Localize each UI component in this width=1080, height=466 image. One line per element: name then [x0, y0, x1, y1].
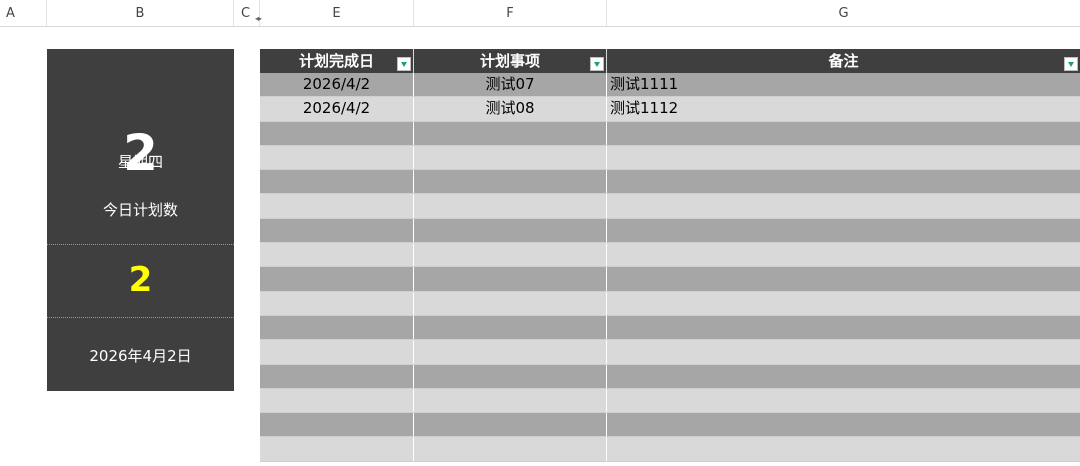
table-row: [260, 437, 1080, 462]
table-cell[interactable]: [260, 291, 414, 315]
table-cell[interactable]: [414, 364, 607, 388]
table-cell[interactable]: [414, 388, 607, 413]
weekday-label: 星期四: [117, 153, 163, 171]
table-cell[interactable]: 2026/4/2: [260, 73, 414, 97]
table-cell[interactable]: [260, 267, 414, 291]
table-row: [260, 267, 1080, 292]
table-cell[interactable]: [414, 145, 607, 170]
table-cell[interactable]: 测试08: [414, 97, 607, 121]
header-label: 计划完成日: [298, 52, 374, 70]
table-row: [260, 121, 1080, 146]
table-row: [260, 340, 1080, 365]
table-cell[interactable]: [260, 315, 414, 340]
filter-dropdown-icon[interactable]: [590, 57, 604, 71]
table-cell[interactable]: [414, 340, 607, 364]
header-cell-item[interactable]: 计划事项: [414, 49, 607, 73]
table-cell[interactable]: [414, 218, 607, 243]
table-cell[interactable]: [607, 170, 1080, 193]
table-cell[interactable]: [260, 437, 414, 461]
table-cell[interactable]: 测试07: [414, 73, 607, 97]
table-cell[interactable]: [260, 170, 414, 194]
header-label: 备注: [828, 52, 859, 70]
filter-dropdown-icon[interactable]: [397, 57, 411, 71]
table-cell[interactable]: [414, 315, 607, 340]
table-cell[interactable]: [414, 267, 607, 291]
table-cell[interactable]: 测试1111: [607, 73, 1080, 96]
filter-dropdown-icon[interactable]: [1064, 57, 1078, 71]
table-cell[interactable]: [260, 413, 414, 437]
table-cell[interactable]: [607, 292, 1080, 315]
column-header-b[interactable]: B: [47, 0, 234, 26]
table-cell[interactable]: [607, 267, 1080, 290]
table-row: 2026/4/2 测试08 测试1112: [260, 97, 1080, 122]
table-cell[interactable]: [607, 389, 1080, 412]
table-cell[interactable]: [607, 365, 1080, 388]
table-cell[interactable]: [414, 170, 607, 194]
column-header-f[interactable]: F: [414, 0, 607, 26]
table-cell[interactable]: [607, 219, 1080, 242]
table-cell[interactable]: [607, 243, 1080, 266]
table-cell[interactable]: [260, 145, 414, 170]
table-cell[interactable]: [260, 388, 414, 413]
table-cell[interactable]: [607, 122, 1080, 145]
table-cell[interactable]: [607, 340, 1080, 363]
today-summary-panel: 2 星期四 今日计划数 2 2026年4月2日: [47, 49, 234, 391]
table-row: [260, 315, 1080, 341]
column-header-bar: A B C ◂▸ E F G: [0, 0, 1080, 27]
table-cell[interactable]: [607, 437, 1080, 460]
table-cell[interactable]: [414, 243, 607, 267]
header-label: 计划事项: [479, 52, 540, 70]
table-row: [260, 364, 1080, 389]
table-row: [260, 218, 1080, 244]
header-cell-notes[interactable]: 备注: [607, 49, 1080, 73]
table-cell[interactable]: [414, 437, 607, 461]
table-cell[interactable]: [607, 316, 1080, 339]
table-cell[interactable]: [414, 413, 607, 437]
full-date-label: 2026年4月2日: [89, 347, 192, 365]
table-cell[interactable]: [414, 194, 607, 218]
column-header-g[interactable]: G: [607, 0, 1080, 26]
table-header-row: 计划完成日 计划事项 备注: [260, 49, 1080, 73]
plan-table: 计划完成日 计划事项 备注 2026/4/2 测试07 测试1111 2026/4/2…: [260, 49, 1080, 462]
table-row: [260, 413, 1080, 438]
table-cell[interactable]: [607, 413, 1080, 436]
table-row: [260, 291, 1080, 316]
column-header-e[interactable]: E: [260, 0, 414, 26]
table-cell[interactable]: [260, 121, 414, 145]
table-cell[interactable]: [607, 194, 1080, 217]
table-cell[interactable]: [607, 146, 1080, 169]
table-row: [260, 194, 1080, 219]
table-cell[interactable]: [414, 291, 607, 315]
table-cell[interactable]: [260, 364, 414, 388]
table-cell[interactable]: [414, 121, 607, 145]
table-cell[interactable]: [260, 194, 414, 218]
column-header-a[interactable]: A: [0, 0, 47, 26]
table-cell[interactable]: [260, 340, 414, 364]
header-cell-due-date[interactable]: 计划完成日: [260, 49, 414, 73]
panel-divider: [47, 244, 234, 245]
table-row: [260, 170, 1080, 195]
panel-divider: [47, 317, 234, 318]
table-cell[interactable]: 2026/4/2: [260, 97, 414, 121]
table-row: [260, 145, 1080, 171]
table-cell[interactable]: [260, 243, 414, 267]
table-body: 2026/4/2 测试07 测试1111 2026/4/2 测试08 测试1112: [260, 73, 1080, 462]
table-row: [260, 243, 1080, 268]
plan-count-value: 2: [128, 260, 153, 300]
table-row: [260, 388, 1080, 414]
plan-count-label: 今日计划数: [102, 201, 178, 219]
table-cell[interactable]: [260, 218, 414, 243]
table-row: 2026/4/2 测试07 测试1111: [260, 73, 1080, 98]
table-cell[interactable]: 测试1112: [607, 97, 1080, 120]
